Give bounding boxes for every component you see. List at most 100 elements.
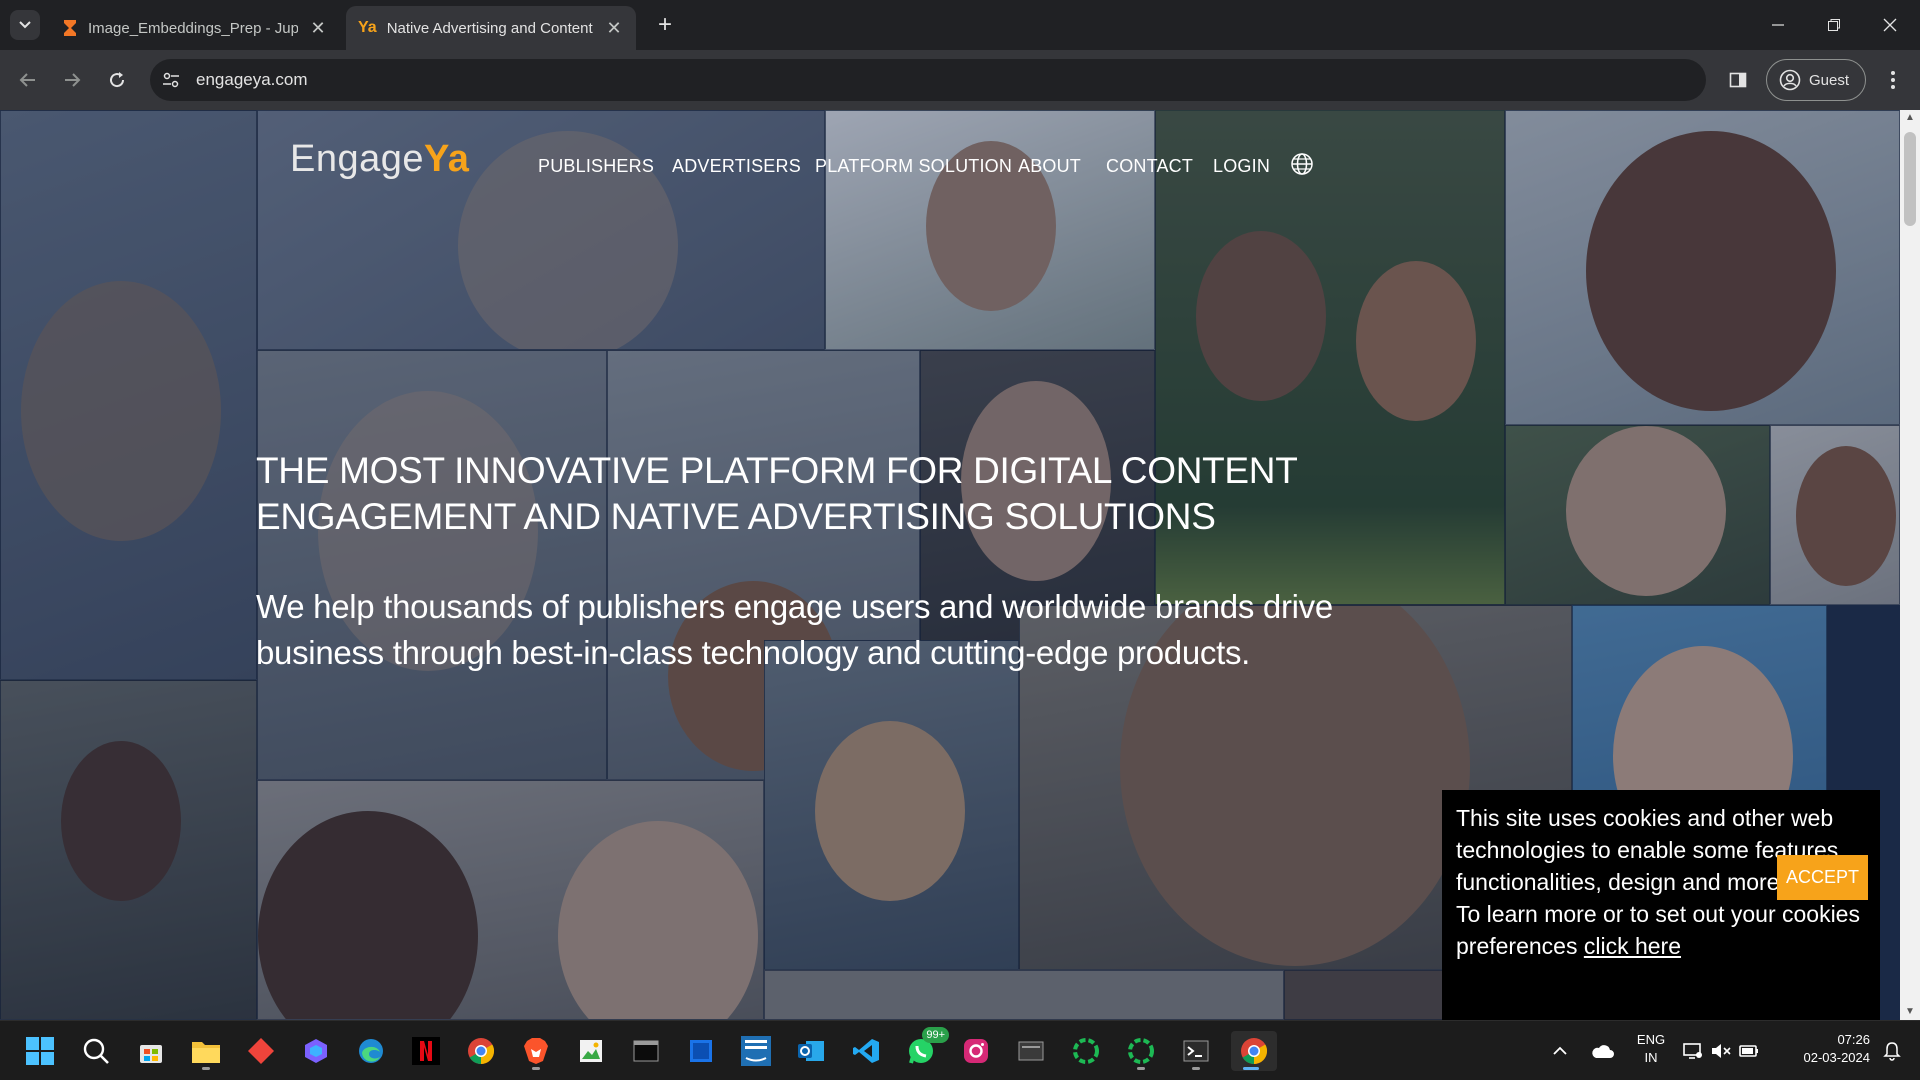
tab-title: Image_Embeddings_Prep - Jupy <box>88 19 298 37</box>
brave-icon[interactable] <box>516 1031 556 1071</box>
vscode-logo-icon <box>853 1039 879 1063</box>
prime-video-logo-icon <box>741 1036 771 1066</box>
scroll-up-icon[interactable]: ▲ <box>1904 112 1916 124</box>
date-text: 02-03-2024 <box>1803 1050 1871 1065</box>
store-icon[interactable] <box>131 1031 171 1071</box>
side-panel-button[interactable] <box>1722 64 1754 96</box>
language-indicator[interactable]: ENG IN <box>1633 1031 1669 1067</box>
edge-icon[interactable] <box>351 1031 391 1071</box>
ya-favicon-icon: Ya <box>358 19 377 36</box>
account-circle-icon <box>1779 69 1801 91</box>
windows-start-icon[interactable] <box>20 1031 60 1071</box>
outlook-icon[interactable] <box>791 1031 831 1071</box>
tab-engageya[interactable]: Ya Native Advertising and Content ✕ <box>346 6 636 50</box>
chrome-active-icon[interactable] <box>1231 1031 1277 1071</box>
running-indicator <box>1243 1067 1259 1070</box>
browser-menu-button[interactable] <box>1878 64 1908 96</box>
search-icon[interactable] <box>76 1031 116 1071</box>
image-viewer-icon[interactable] <box>571 1031 611 1071</box>
bell-icon <box>1883 1042 1901 1061</box>
chrome-icon[interactable] <box>461 1031 501 1071</box>
headline-line: ENGAGEMENT AND NATIVE ADVERTISING SOLUTI… <box>256 496 1216 537</box>
clock[interactable]: 07:26 02-03-2024 <box>1780 1031 1871 1067</box>
profile-button[interactable]: Guest <box>1766 59 1866 101</box>
instagram-icon[interactable] <box>956 1031 996 1071</box>
globe-icon[interactable] <box>1290 152 1314 176</box>
arrow-right-icon <box>65 73 81 87</box>
terminal-icon-2[interactable] <box>1176 1031 1216 1071</box>
nav-about[interactable]: ABOUT <box>1018 156 1081 177</box>
running-indicator <box>532 1067 540 1070</box>
new-tab-button[interactable]: + <box>650 10 680 40</box>
tune-icon <box>163 72 179 88</box>
minimize-button[interactable] <box>1750 0 1806 50</box>
more-vert-icon <box>1891 71 1895 89</box>
tab-search-button[interactable] <box>10 10 40 40</box>
show-hidden-icons-button[interactable] <box>1540 1031 1580 1071</box>
engageya-logo[interactable]: EngageYa <box>290 138 469 181</box>
nav-publishers[interactable]: PUBLISHERS <box>538 156 654 177</box>
restore-button[interactable] <box>1806 0 1862 50</box>
app-icon[interactable] <box>681 1031 721 1071</box>
restore-icon <box>1828 19 1840 31</box>
close-icon[interactable]: ✕ <box>604 18 624 39</box>
netflix-icon[interactable] <box>406 1031 446 1071</box>
chevron-down-icon <box>19 21 31 29</box>
file-explorer-icon[interactable] <box>186 1031 226 1071</box>
accept-cookies-button[interactable]: ACCEPT <box>1777 855 1868 900</box>
scroll-thumb[interactable] <box>1904 132 1916 226</box>
vscode-icon[interactable] <box>846 1031 886 1071</box>
cookie-text: This site uses cookies and other web <box>1456 805 1834 831</box>
notification-badge: 99+ <box>922 1027 949 1043</box>
prime-video-icon[interactable] <box>736 1031 776 1071</box>
anydesk-icon[interactable] <box>241 1031 281 1071</box>
terminal-icon[interactable] <box>626 1031 666 1071</box>
edge-browser-icon <box>359 1039 383 1063</box>
logo-text: Engage <box>290 138 425 180</box>
nav-login[interactable]: LOGIN <box>1213 156 1270 177</box>
media-window-icon <box>1018 1041 1044 1061</box>
spotify-icon[interactable] <box>1066 1031 1106 1071</box>
ring-icon <box>1128 1038 1154 1064</box>
arrow-left-icon <box>19 73 35 87</box>
cookie-text: To learn more or to set out your cookies <box>1456 901 1860 927</box>
chrome-logo-icon <box>1241 1038 1268 1065</box>
network-icon <box>1683 1043 1702 1059</box>
headline-line: THE MOST INNOVATIVE PLATFORM FOR DIGITAL… <box>256 450 1298 491</box>
cookie-text-prefix: preferences <box>1456 933 1584 959</box>
nav-advertisers[interactable]: ADVERTISERS <box>672 156 801 177</box>
store-bag-icon <box>140 1045 162 1063</box>
media-icon[interactable] <box>1011 1031 1051 1071</box>
notifications-button[interactable] <box>1872 1031 1912 1071</box>
reload-button[interactable] <box>101 64 133 96</box>
close-icon[interactable]: ✕ <box>308 18 328 39</box>
prompt-icon <box>1183 1040 1209 1062</box>
spotify-icon-2[interactable] <box>1121 1031 1161 1071</box>
hero-subline: We help thousands of publishers engage u… <box>256 584 1396 676</box>
photo-icon <box>580 1040 602 1062</box>
nav-contact[interactable]: CONTACT <box>1106 156 1193 177</box>
outlook-logo-icon <box>798 1041 824 1061</box>
netflix-logo-icon <box>412 1037 440 1065</box>
nav-platform-solution[interactable]: PLATFORM SOLUTION <box>815 156 1012 177</box>
hexagon-icon <box>305 1039 327 1063</box>
url-text: engageya.com <box>196 70 308 89</box>
close-icon <box>1883 18 1897 32</box>
tab-title: Native Advertising and Content <box>386 19 593 37</box>
forward-button[interactable] <box>56 64 88 96</box>
page-scrollbar[interactable]: ▲ ▼ <box>1900 110 1920 1020</box>
copilot-icon[interactable] <box>296 1031 336 1071</box>
close-window-button[interactable] <box>1862 0 1918 50</box>
quick-settings-button[interactable] <box>1677 1031 1765 1071</box>
cookie-preferences-link[interactable]: click here <box>1584 933 1681 959</box>
profile-label: Guest <box>1809 71 1850 89</box>
whatsapp-icon[interactable]: 99+ <box>901 1027 949 1071</box>
onedrive-icon[interactable] <box>1582 1031 1622 1071</box>
chrome-logo-icon <box>468 1038 495 1065</box>
running-indicator <box>202 1067 210 1070</box>
site-info-button[interactable] <box>154 63 188 97</box>
scroll-down-icon[interactable]: ▼ <box>1904 1006 1916 1018</box>
tab-jupyter[interactable]: Image_Embeddings_Prep - Jupy ✕ <box>50 6 340 50</box>
back-button[interactable] <box>12 64 44 96</box>
address-bar[interactable]: engageya.com <box>150 59 1706 101</box>
